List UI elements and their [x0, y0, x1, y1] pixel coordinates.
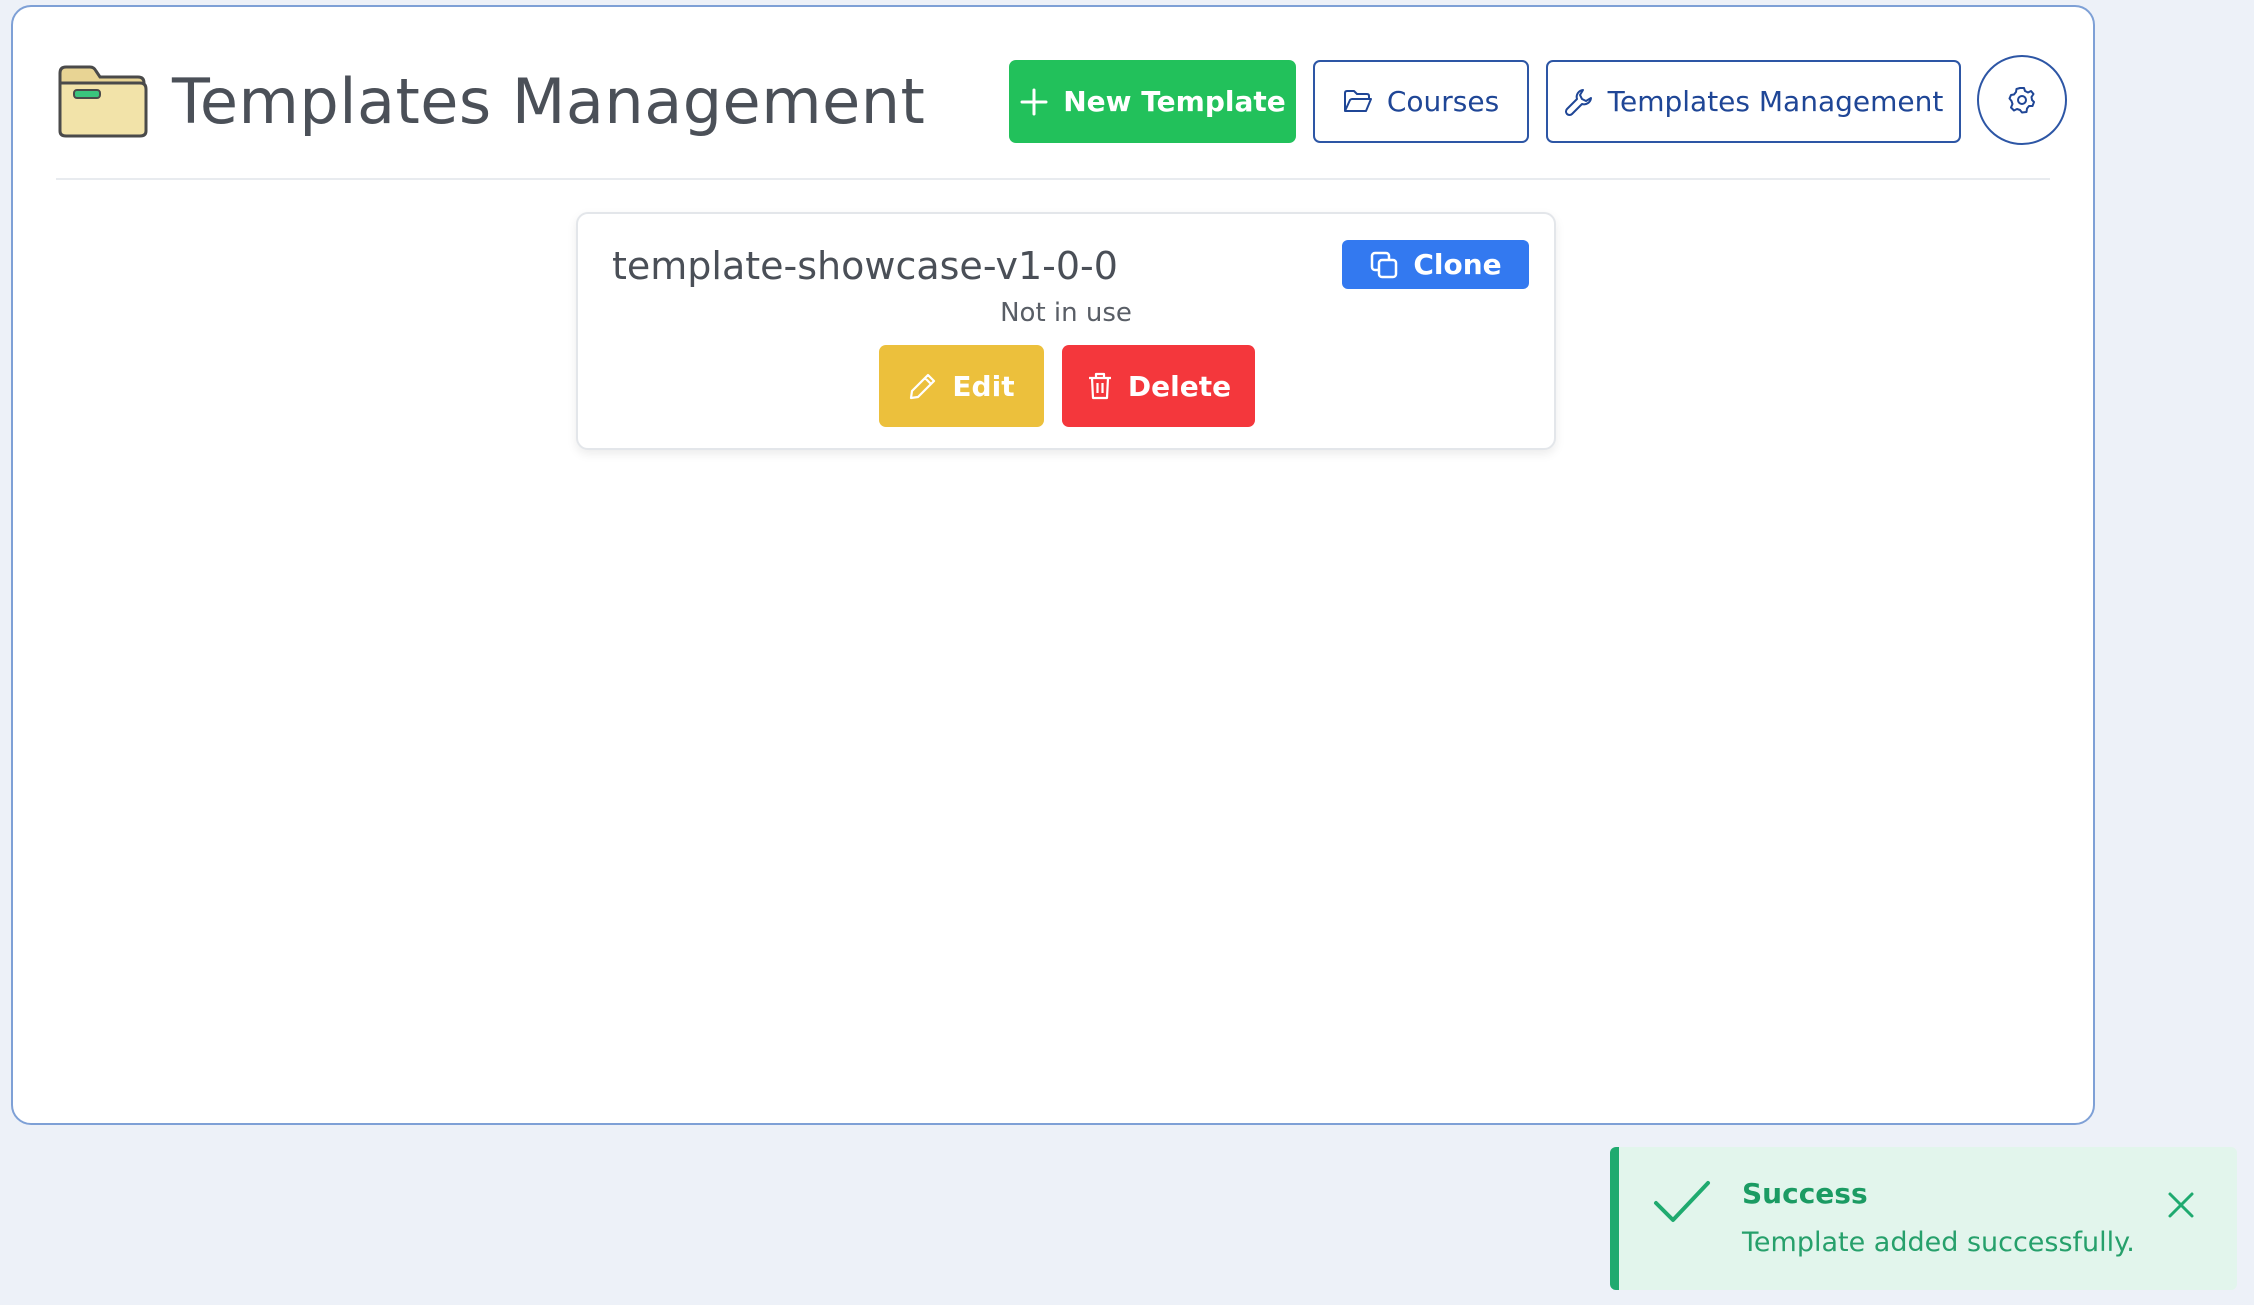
check-icon — [1653, 1179, 1711, 1229]
folder-icon — [56, 63, 148, 139]
settings-button[interactable] — [1977, 55, 2067, 145]
templates-management-label: Templates Management — [1607, 85, 1944, 118]
delete-button[interactable]: Delete — [1062, 345, 1255, 427]
template-name: template-showcase-v1-0-0 — [612, 244, 1118, 288]
clone-button[interactable]: Clone — [1342, 240, 1529, 289]
wrench-icon — [1564, 87, 1594, 117]
new-template-button[interactable]: New Template — [1009, 60, 1296, 143]
copy-icon — [1369, 250, 1399, 280]
page-title: Templates Management — [172, 65, 926, 138]
main-panel: Templates Management New Template Course… — [11, 5, 2095, 1125]
new-template-label: New Template — [1063, 85, 1286, 118]
template-card: template-showcase-v1-0-0 Not in use Clon… — [576, 212, 1556, 450]
folder-open-icon — [1343, 89, 1373, 115]
courses-button[interactable]: Courses — [1313, 60, 1529, 143]
edit-button[interactable]: Edit — [879, 345, 1044, 427]
edit-label: Edit — [952, 369, 1015, 403]
templates-management-button[interactable]: Templates Management — [1546, 60, 1961, 143]
pencil-icon — [908, 371, 938, 401]
courses-label: Courses — [1386, 85, 1500, 118]
clone-label: Clone — [1413, 248, 1502, 281]
toast-title: Success — [1742, 1177, 1868, 1210]
toast-message: Template added successfully. — [1742, 1227, 2135, 1258]
plus-icon — [1019, 87, 1049, 117]
close-icon[interactable] — [2165, 1189, 2197, 1221]
success-toast: Success Template added successfully. — [1610, 1147, 2237, 1290]
template-status: Not in use — [1000, 298, 1132, 328]
trash-icon — [1086, 371, 1114, 401]
page-header: Templates Management New Template Course… — [56, 53, 2067, 180]
gear-icon — [2007, 85, 2037, 115]
delete-label: Delete — [1127, 369, 1232, 403]
